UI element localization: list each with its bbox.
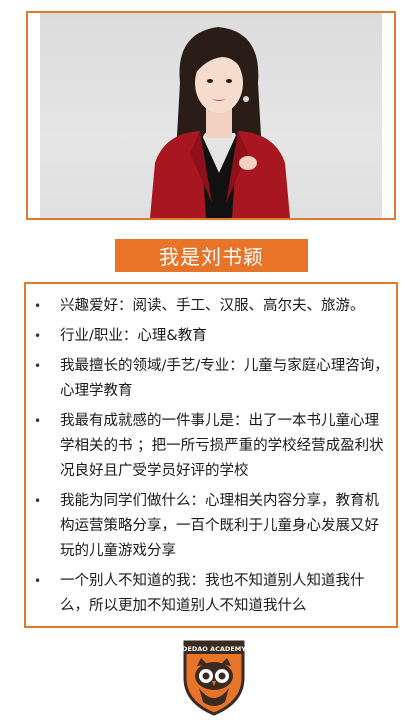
bullet-icon: •	[34, 494, 42, 508]
name-title-banner: 我是刘书颖	[115, 239, 308, 272]
name-title-text: 我是刘书颖	[159, 245, 264, 269]
info-item-text: 兴趣爱好：阅读、手工、汉服、高尔夫、旅游。	[60, 298, 365, 314]
info-list: • 兴趣爱好：阅读、手工、汉服、高尔夫、旅游。 • 行业/职业：心理&教育 • …	[34, 294, 392, 619]
info-item-text: 一个别人不知道的我：我也不知道别人知道我什么，所以更加不知道别人不知道我什么	[60, 573, 365, 614]
info-item-text: 行业/职业：心理&教育	[60, 328, 207, 344]
info-item-profession: • 行业/职业：心理&教育	[34, 324, 392, 349]
profile-photo-frame	[26, 11, 396, 220]
info-item-text: 我最有成就感的一件事儿是：出了一本书儿童心理学相关的书 ；把一所亏损严重的学校经…	[60, 413, 384, 479]
info-item-achievement: • 我最有成就感的一件事儿是：出了一本书儿童心理学相关的书 ；把一所亏损严重的学…	[34, 409, 392, 484]
dedao-academy-logo: DEDAO ACADEMY	[179, 636, 249, 716]
owl-icon: DEDAO ACADEMY	[182, 640, 246, 716]
info-item-text: 我能为同学们做什么：心理相关内容分享，教育机构运营策略分享，一百个既利于儿童身心…	[60, 493, 379, 559]
info-item-expertise: • 我最擅长的领域/手艺/专业：儿童与家庭心理咨询，心理学教育	[34, 354, 392, 404]
info-item-hobbies: • 兴趣爱好：阅读、手工、汉服、高尔夫、旅游。	[34, 294, 392, 319]
info-item-text: 我最擅长的领域/手艺/专业：儿童与家庭心理咨询，心理学教育	[60, 358, 389, 399]
bullet-icon: •	[34, 414, 42, 428]
info-item-unknown-self: • 一个别人不知道的我：我也不知道别人知道我什么，所以更加不知道别人不知道我什么	[34, 569, 392, 619]
bullet-icon: •	[34, 574, 42, 588]
bullet-icon: •	[34, 329, 42, 343]
logo-text: DEDAO ACADEMY	[182, 645, 246, 653]
profile-photo	[40, 13, 382, 218]
portrait-illustration	[150, 27, 290, 218]
info-box: • 兴趣爱好：阅读、手工、汉服、高尔夫、旅游。 • 行业/职业：心理&教育 • …	[24, 282, 398, 628]
info-item-contribution: • 我能为同学们做什么：心理相关内容分享，教育机构运营策略分享，一百个既利于儿童…	[34, 489, 392, 564]
bullet-icon: •	[34, 359, 42, 373]
bullet-icon: •	[34, 299, 42, 313]
